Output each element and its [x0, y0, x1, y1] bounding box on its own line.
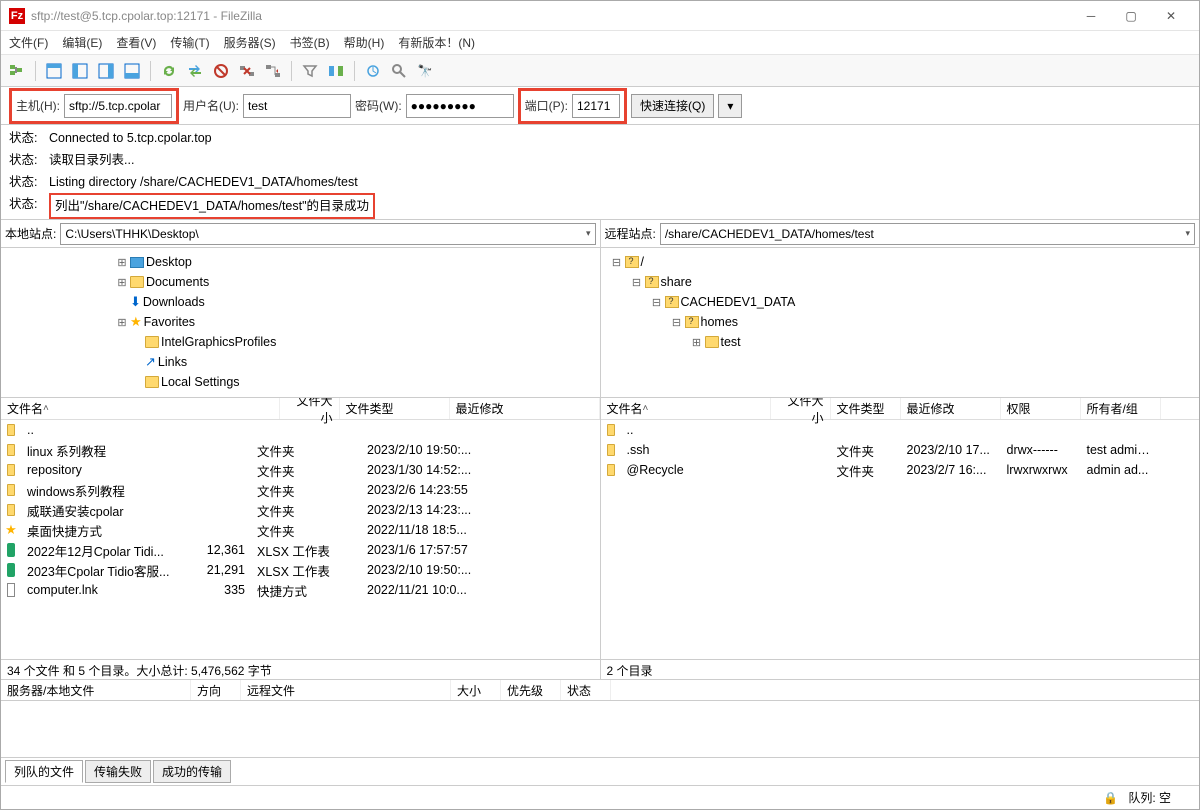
tree-node[interactable]: ⊞★ Favorites: [1, 312, 600, 332]
menubar: 文件(F) 编辑(E) 查看(V) 传输(T) 服务器(S) 书签(B) 帮助(…: [1, 31, 1199, 55]
remote-filelist[interactable]: ...ssh文件夹2023/2/10 17...drwx------test a…: [601, 420, 1200, 659]
local-filelist-header[interactable]: 文件名 ˄ 文件大小 文件类型 最近修改: [1, 398, 600, 420]
menu-server[interactable]: 服务器(S): [224, 34, 276, 51]
toggle-remotetree-icon[interactable]: [94, 59, 118, 83]
minimize-button[interactable]: ─: [1071, 2, 1111, 30]
list-item[interactable]: ..: [1, 420, 600, 440]
remote-filelist-header[interactable]: 文件名 ˄ 文件大小 文件类型 最近修改 权限 所有者/组: [601, 398, 1200, 420]
tree-node[interactable]: ⬇ Downloads: [1, 292, 600, 312]
list-item[interactable]: linux 系列教程文件夹2023/2/10 19:50:...: [1, 440, 600, 460]
remote-tree[interactable]: ⊟ /⊟ share⊟ CACHEDEV1_DATA⊟ homes⊞ test: [601, 248, 1200, 398]
tab-successful-transfers[interactable]: 成功的传输: [153, 760, 231, 783]
user-input[interactable]: [243, 94, 351, 118]
host-input[interactable]: [64, 94, 172, 118]
port-label: 端口(P):: [525, 97, 568, 114]
compare-icon[interactable]: [324, 59, 348, 83]
refresh-icon[interactable]: [157, 59, 181, 83]
local-path-input[interactable]: C:\Users\THHK\Desktop\▾: [60, 223, 595, 245]
tree-node[interactable]: ⊟ share: [601, 272, 1200, 292]
port-input[interactable]: [572, 94, 620, 118]
toggle-queue-icon[interactable]: [120, 59, 144, 83]
menu-view[interactable]: 查看(V): [116, 34, 156, 51]
queue-tabs: 列队的文件 传输失败 成功的传输: [1, 757, 1199, 785]
menu-newversion[interactable]: 有新版本！(N): [398, 34, 475, 51]
tree-node[interactable]: ⊞ Desktop: [1, 252, 600, 272]
list-item[interactable]: repository文件夹2023/1/30 14:52:...: [1, 460, 600, 480]
tree-node[interactable]: ⊟ CACHEDEV1_DATA: [601, 292, 1200, 312]
tree-node[interactable]: Local Settings: [1, 372, 600, 392]
tree-node[interactable]: ⊟ /: [601, 252, 1200, 272]
menu-transfer[interactable]: 传输(T): [170, 34, 209, 51]
remote-site-label: 远程站点:: [605, 225, 656, 242]
quickconnect-bar: 主机(H): 用户名(U): 密码(W): 端口(P): 快速连接(Q) ▾: [1, 87, 1199, 125]
queue-status: 队列: 空: [1128, 789, 1171, 806]
maximize-button[interactable]: ▢: [1111, 2, 1151, 30]
host-label: 主机(H):: [16, 97, 60, 114]
quickconnect-dropdown[interactable]: ▾: [718, 94, 742, 118]
list-item[interactable]: 2022年12月Cpolar Tidi...12,361XLSX 工作表2023…: [1, 540, 600, 560]
tree-node[interactable]: ⊞ test: [601, 332, 1200, 352]
chevron-down-icon[interactable]: ▾: [586, 228, 591, 239]
remote-pane: 远程站点: /share/CACHEDEV1_DATA/homes/test▾ …: [601, 220, 1200, 679]
list-item[interactable]: ..: [601, 420, 1200, 440]
quickconnect-button[interactable]: 快速连接(Q): [631, 94, 714, 118]
menu-edit[interactable]: 编辑(E): [62, 34, 102, 51]
local-tree[interactable]: ⊞ Desktop⊞ Documents⬇ Downloads⊞★ Favori…: [1, 248, 600, 398]
filezilla-logo-icon: Fz: [9, 8, 25, 24]
queue-body[interactable]: [1, 701, 1199, 757]
list-item[interactable]: 2023年Cpolar Tidio客服...21,291XLSX 工作表2023…: [1, 560, 600, 580]
list-item[interactable]: computer.lnk335快捷方式2022/11/21 10:0...: [1, 580, 600, 600]
statusbar: 🔒 队列: 空: [1, 785, 1199, 809]
list-item[interactable]: .ssh文件夹2023/2/10 17...drwx------test adm…: [601, 440, 1200, 460]
disconnect-icon[interactable]: [235, 59, 259, 83]
chevron-down-icon[interactable]: ▾: [1185, 228, 1190, 239]
filter-icon[interactable]: [298, 59, 322, 83]
queue-header[interactable]: 服务器/本地文件方向远程文件大小优先级状态: [1, 679, 1199, 701]
remote-path-input[interactable]: /share/CACHEDEV1_DATA/homes/test▾: [660, 223, 1195, 245]
lock-icon: 🔒: [1103, 791, 1118, 805]
reconnect-icon[interactable]: [261, 59, 285, 83]
cancel-icon[interactable]: [209, 59, 233, 83]
toggle-log-icon[interactable]: [42, 59, 66, 83]
log-panel[interactable]: 状态:Connected to 5.tcp.cpolar.top状态:读取目录列…: [1, 125, 1199, 220]
list-item[interactable]: 威联通安装cpolar文件夹2023/2/13 14:23:...: [1, 500, 600, 520]
list-item[interactable]: ★桌面快捷方式文件夹2022/11/18 18:5...: [1, 520, 600, 540]
list-item[interactable]: windows系列教程文件夹2023/2/6 14:23:55: [1, 480, 600, 500]
search-icon[interactable]: [387, 59, 411, 83]
local-site-label: 本地站点:: [5, 225, 56, 242]
tree-node[interactable]: ⊟ homes: [601, 312, 1200, 332]
titlebar: Fz sftp://test@5.tcp.cpolar.top:12171 - …: [1, 1, 1199, 31]
toolbar: 🔭: [1, 55, 1199, 87]
local-pane: 本地站点: C:\Users\THHK\Desktop\▾ ⊞ Desktop⊞…: [1, 220, 601, 679]
local-filelist[interactable]: ..linux 系列教程文件夹2023/2/10 19:50:...reposi…: [1, 420, 600, 659]
remote-status: 2 个目录: [601, 659, 1200, 679]
user-label: 用户名(U):: [183, 97, 239, 114]
pass-label: 密码(W):: [355, 97, 402, 114]
binoculars-icon[interactable]: 🔭: [413, 59, 437, 83]
tree-node[interactable]: ↗ Links: [1, 352, 600, 372]
pass-input[interactable]: [406, 94, 514, 118]
menu-bookmarks[interactable]: 书签(B): [290, 34, 330, 51]
window-title: sftp://test@5.tcp.cpolar.top:12171 - Fil…: [31, 9, 1071, 23]
menu-help[interactable]: 帮助(H): [344, 34, 385, 51]
list-item[interactable]: @Recycle文件夹2023/2/7 16:...lrwxrwxrwxadmi…: [601, 460, 1200, 480]
tab-queued-files[interactable]: 列队的文件: [5, 760, 83, 783]
local-status: 34 个文件 和 5 个目录。大小总计: 5,476,562 字节: [1, 659, 600, 679]
close-button[interactable]: ✕: [1151, 2, 1191, 30]
tree-node[interactable]: IntelGraphicsProfiles: [1, 332, 600, 352]
sync-browsing-icon[interactable]: [361, 59, 385, 83]
site-manager-icon[interactable]: [5, 59, 29, 83]
tree-node[interactable]: ⊞ Documents: [1, 272, 600, 292]
tab-failed-transfers[interactable]: 传输失败: [85, 760, 151, 783]
process-queue-icon[interactable]: [183, 59, 207, 83]
menu-file[interactable]: 文件(F): [9, 34, 48, 51]
toggle-localtree-icon[interactable]: [68, 59, 92, 83]
